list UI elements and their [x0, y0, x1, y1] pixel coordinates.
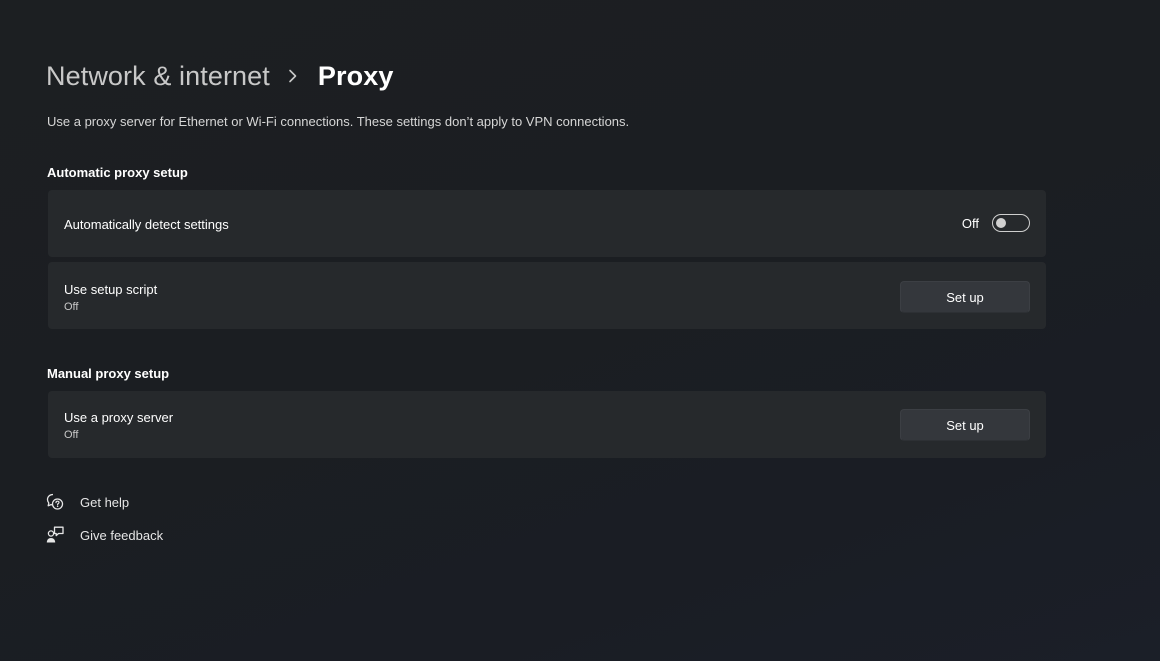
get-help-label: Get help	[80, 494, 130, 510]
page-description: Use a proxy server for Ethernet or Wi-Fi…	[47, 114, 630, 129]
help-chat-icon	[46, 493, 64, 511]
detect-settings-toggle-group: Off	[962, 214, 1030, 232]
breadcrumb-parent-network-internet[interactable]: Network & internet	[46, 61, 270, 92]
proxy-server-status: Off	[64, 429, 79, 441]
section-heading-automatic: Automatic proxy setup	[47, 165, 188, 180]
proxy-server-label: Use a proxy server	[64, 410, 174, 425]
section-heading-manual: Manual proxy setup	[47, 366, 170, 381]
setup-script-status: Off	[64, 301, 79, 313]
toggle-state-label: Off	[961, 215, 979, 231]
proxy-server-card: Use a proxy server Off Set up	[48, 391, 1046, 458]
proxy-server-setup-button[interactable]: Set up	[900, 409, 1030, 441]
get-help-link[interactable]: Get help	[46, 493, 129, 511]
toggle-knob	[996, 218, 1006, 228]
chevron-right-icon	[284, 56, 306, 96]
detect-settings-toggle[interactable]	[992, 214, 1030, 232]
feedback-icon	[46, 526, 64, 544]
setup-script-card: Use setup script Off Set up	[48, 262, 1046, 329]
give-feedback-link[interactable]: Give feedback	[46, 526, 163, 544]
give-feedback-label: Give feedback	[80, 527, 164, 543]
breadcrumb: Network & internet Proxy	[46, 56, 393, 96]
detect-settings-label: Automatically detect settings	[64, 217, 229, 232]
setup-script-setup-button[interactable]: Set up	[900, 281, 1030, 313]
detect-settings-card: Automatically detect settings Off	[48, 190, 1046, 257]
page-title: Proxy	[317, 60, 394, 91]
setup-script-label: Use setup script	[64, 282, 158, 297]
